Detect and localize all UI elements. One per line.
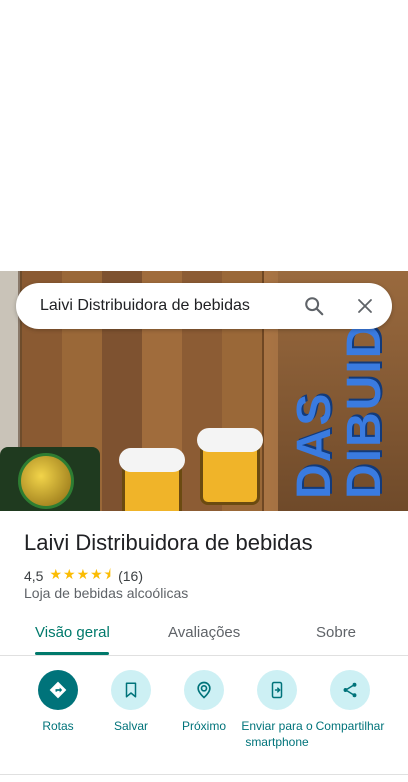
bookmark-icon	[111, 670, 151, 710]
share-icon	[330, 670, 370, 710]
nearby-label: Próximo	[181, 719, 226, 733]
divider	[0, 655, 408, 656]
beer-mug-illustration	[119, 448, 185, 511]
nearby-button[interactable]: Próximo	[164, 670, 244, 734]
logo-can-illustration	[0, 447, 100, 511]
directions-icon	[38, 670, 78, 710]
tab-about[interactable]: Sobre	[316, 624, 356, 641]
nearby-icon	[184, 670, 224, 710]
tab-reviews[interactable]: Avaliações	[168, 624, 240, 641]
place-title: Laivi Distribuidora de bebidas	[24, 530, 313, 555]
save-label: Salvar	[113, 719, 148, 733]
divider	[0, 774, 408, 775]
share-label: Compartilhar	[315, 719, 385, 733]
review-count[interactable]: (16)	[118, 568, 143, 584]
save-button[interactable]: Salvar	[91, 670, 171, 734]
beer-mug-illustration	[197, 428, 263, 505]
send-to-phone-button[interactable]: Enviar para o smartphone	[237, 670, 317, 750]
share-button[interactable]: Compartilhar	[310, 670, 390, 734]
close-icon[interactable]	[351, 292, 379, 320]
send-to-phone-icon	[257, 670, 297, 710]
search-icon[interactable]	[300, 292, 328, 320]
send-to-phone-label: Enviar para o smartphone	[241, 719, 313, 749]
place-category: Loja de bebidas alcoólicas	[24, 585, 189, 601]
rating-value: 4,5	[24, 568, 44, 584]
search-input[interactable]: Laivi Distribuidora de bebidas	[40, 297, 250, 315]
directions-button[interactable]: Rotas	[18, 670, 98, 734]
directions-label: Rotas	[42, 719, 74, 733]
tab-bar: Visão geral Avaliações Sobre	[0, 608, 408, 656]
search-bar[interactable]: Laivi Distribuidora de bebidas	[16, 283, 392, 329]
tab-overview[interactable]: Visão geral	[35, 624, 110, 641]
